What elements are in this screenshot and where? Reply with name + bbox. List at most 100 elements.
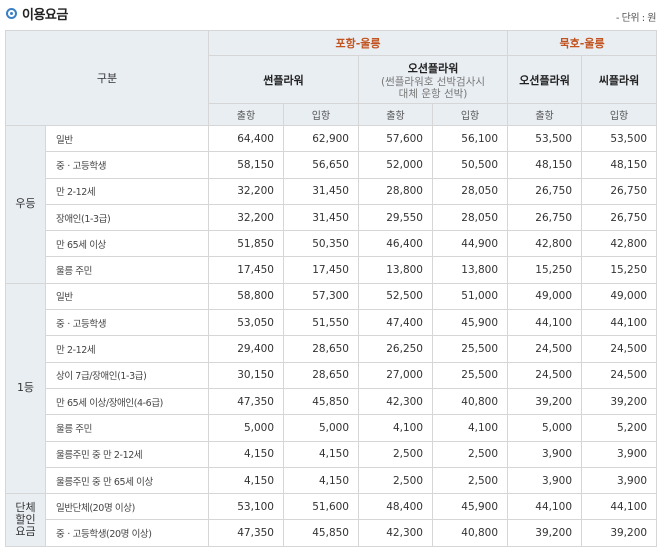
table-row: 만 65세 이상 51,850 50,350 46,400 44,900 42,800 42… [6,230,658,258]
header-route-pohang: 포항-울릉 [207,30,509,56]
fare-cell: 25,500 [431,335,509,363]
fare-cell: 53,500 [581,124,658,153]
fare-cell: 28,650 [283,335,359,363]
fare-cell: 58,800 [208,282,284,311]
fare-cell: 44,100 [581,309,658,337]
fare-cell: 56,650 [283,151,359,179]
fare-cell: 26,250 [358,335,433,363]
header-ship-oceanflower-pohang: 오션플라워 (썬플라워호 선박검사시 대체 운항 선박) [357,55,509,104]
fare-cell: 28,050 [431,177,509,205]
fare-cell: 44,100 [581,493,658,521]
fare-cell: 51,850 [208,230,284,258]
fare-cell: 28,050 [431,203,509,232]
fare-cell: 47,400 [358,309,433,337]
fare-cell: 51,550 [283,309,359,337]
passenger-type: 울릉주민 중 만 2-12세 [45,440,209,468]
fare-cell: 47,350 [208,387,284,416]
fare-cell: 49,000 [507,282,583,311]
fare-cell: 44,100 [507,493,583,521]
table-row: 울릉주민 중 만 2-12세 4,150 4,150 2,500 2,500 3,900 3… [6,440,658,468]
fare-cell: 26,750 [581,203,658,232]
header-route-mukho: 묵호-울릉 [507,30,658,56]
fare-cell: 48,400 [358,493,433,521]
fare-cell: 3,900 [581,440,658,468]
fare-cell: 4,150 [208,440,284,468]
fare-cell: 17,450 [283,256,359,284]
passenger-type: 울릉 주민 [45,414,209,442]
fare-cell: 62,900 [283,124,359,153]
fare-cell: 39,200 [581,519,658,547]
fare-cell: 51,600 [283,493,359,521]
fare-cell: 26,750 [581,177,658,205]
fare-cell: 3,900 [507,466,583,495]
passenger-type: 만 65세 이상 [45,230,209,258]
fare-cell: 24,500 [581,361,658,389]
fare-cell: 5,200 [581,414,658,442]
fare-cell: 48,150 [581,151,658,179]
fare-cell: 50,350 [283,230,359,258]
fare-cell: 51,000 [431,282,509,311]
fare-cell: 24,500 [507,361,583,389]
fare-cell: 53,500 [507,124,583,153]
ship-name: 오션플라워 [407,61,459,75]
fare-cell: 24,500 [581,335,658,363]
passenger-type: 만 2-12세 [45,177,209,205]
fare-cell: 5,000 [208,414,284,442]
fare-cell: 25,500 [431,361,509,389]
fare-cell: 57,600 [358,124,433,153]
passenger-type: 일반 [45,282,209,311]
ship-note: (썬플라워호 선박검사시 대체 운항 선박) [381,75,486,100]
fare-cell: 30,150 [208,361,284,389]
fare-cell: 52,000 [358,151,433,179]
passenger-type: 중ㆍ고등학생(20명 이상) [45,519,209,547]
fare-cell: 40,800 [431,387,509,416]
fare-cell: 32,200 [208,203,284,232]
table-row: 중ㆍ고등학생 53,050 51,550 47,400 45,900 44,100 44,1… [6,309,658,337]
fare-cell: 2,500 [358,466,433,495]
fare-cell: 44,100 [507,309,583,337]
passenger-type: 일반 [45,124,209,153]
fare-cell: 42,300 [358,519,433,547]
fare-cell: 47,350 [208,519,284,547]
fare-cell: 13,800 [431,256,509,284]
fare-cell: 26,750 [507,177,583,205]
header-direction: 입항 [283,103,359,126]
class-label: 단체 할인 요금 [5,493,46,547]
header-direction: 출항 [507,103,583,126]
table-row: 단체 할인 요금 일반단체(20명 이상) 53,100 51,600 48,400 45,9… [5,493,658,547]
fare-cell: 3,900 [507,440,583,468]
fare-cell: 40,800 [431,519,509,547]
fare-cell: 58,150 [208,151,284,179]
table-row: 만 2-12세 32,200 31,450 28,800 28,050 26,750 26,… [6,177,658,205]
fare-cell: 5,000 [507,414,583,442]
fare-cell: 56,100 [431,124,509,153]
fare-cell: 26,750 [507,203,583,232]
header-direction: 입항 [581,103,658,126]
fare-cell: 49,000 [581,282,658,311]
fare-cell: 4,100 [358,414,433,442]
table-row: 중ㆍ고등학생 58,150 56,650 52,000 50,500 48,150 48,1… [6,151,658,179]
fare-cell: 4,150 [283,466,359,495]
fare-cell: 45,850 [283,387,359,416]
table-row: 상이 7급/장애인(1-3급) 30,150 28,650 27,000 25,500 2… [6,361,658,389]
passenger-type: 울릉 주민 [45,256,209,284]
header-ship-oceanflower-mukho: 오션플라워 [507,55,583,104]
fare-cell: 42,300 [358,387,433,416]
fare-cell: 52,500 [358,282,433,311]
fare-cell: 29,400 [208,335,284,363]
table-row: 만 2-12세 29,400 28,650 26,250 25,500 24,500 24,… [6,335,658,363]
header-direction: 출항 [208,103,284,126]
fare-cell: 29,550 [358,203,433,232]
ship-name: 오션플라워 [519,73,570,87]
fare-cell: 44,900 [431,230,509,258]
fare-cell: 2,500 [358,440,433,468]
fare-cell: 39,200 [581,387,658,416]
fare-cell: 4,150 [283,440,359,468]
passenger-type: 만 2-12세 [45,335,209,363]
fare-cell: 13,800 [358,256,433,284]
fare-cell: 15,250 [507,256,583,284]
header-ship-seaflower: 씨플라워 [581,55,658,104]
fare-cell: 57,300 [283,282,359,311]
fare-table: 구분 포항-울릉 묵호-울릉 썬플라워 오션플라워 (썬플라워호 선박검사시 대체… [5,30,658,547]
passenger-type: 중ㆍ고등학생 [45,151,209,179]
